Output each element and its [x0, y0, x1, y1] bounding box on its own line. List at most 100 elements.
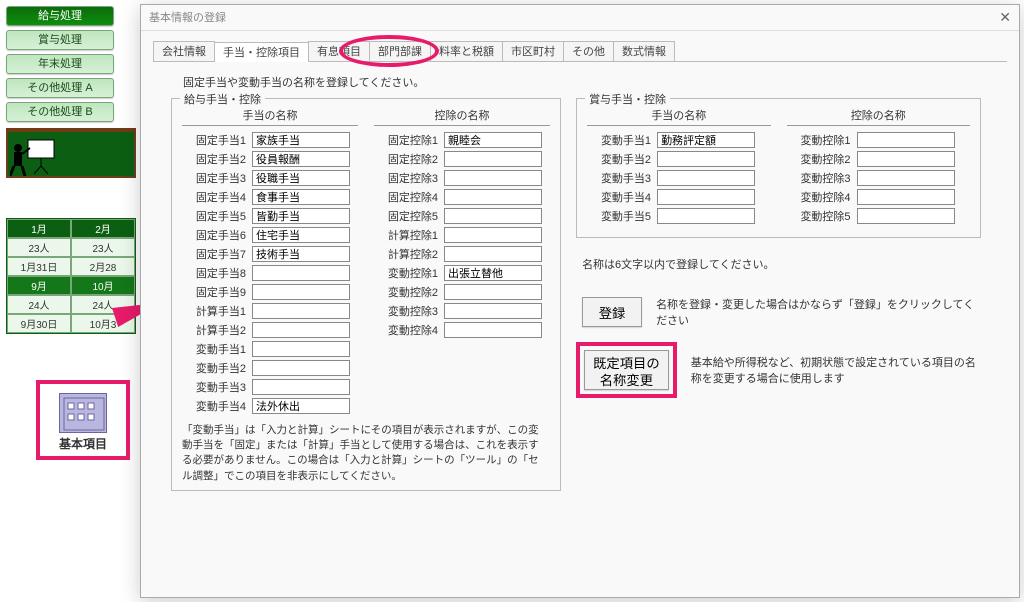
salary-deduction-input[interactable]	[444, 227, 542, 243]
bonus-allowance-label: 変動手当4	[587, 189, 651, 205]
salary-allowance-label: 固定手当9	[182, 284, 246, 300]
tab-2[interactable]: 有息項目	[308, 41, 370, 61]
side-button-4[interactable]: その他処理 B	[6, 102, 114, 122]
bonus-allowance-input[interactable]	[657, 189, 755, 205]
side-button-3[interactable]: その他処理 A	[6, 78, 114, 98]
bonus-deduction-input[interactable]	[857, 189, 955, 205]
salary-deduction-row-4: 固定控除5	[374, 208, 550, 224]
instruction-text: 固定手当や変動手当の名称を登録してください。	[183, 74, 1007, 90]
basic-item-button[interactable]: 基本項目	[36, 380, 130, 460]
bonus-deduction-input[interactable]	[857, 208, 955, 224]
salary-deduction-row-0: 固定控除1	[374, 132, 550, 148]
salary-allowance-input[interactable]	[252, 284, 350, 300]
salary-deduction-label: 変動控除1	[374, 265, 438, 281]
salary-allowance-row-0: 固定手当1	[182, 132, 358, 148]
salary-deduction-label: 固定控除1	[374, 132, 438, 148]
bonus-deduction-input[interactable]	[857, 170, 955, 186]
salary-allowance-input[interactable]	[252, 246, 350, 262]
salary-allowance-label: 変動手当2	[182, 360, 246, 376]
salary-allowance-input[interactable]	[252, 265, 350, 281]
salary-allowance-input[interactable]	[252, 341, 350, 357]
salary-allowance-input[interactable]	[252, 379, 350, 395]
bonus-deduction-input[interactable]	[857, 132, 955, 148]
bonus-allowance-label: 変動手当2	[587, 151, 651, 167]
bonus-allowance-label: 変動手当5	[587, 208, 651, 224]
salary-deduction-input[interactable]	[444, 246, 542, 262]
salary-allowance-label: 計算手当2	[182, 322, 246, 338]
dialog-titlebar: 基本情報の登録 ✕	[141, 5, 1019, 31]
salary-allowance-row-3: 固定手当4	[182, 189, 358, 205]
salary-deduction-input[interactable]	[444, 132, 542, 148]
tab-1[interactable]: 手当・控除項目	[214, 42, 309, 62]
tab-5[interactable]: 市区町村	[502, 41, 564, 61]
side-button-1[interactable]: 賞与処理	[6, 30, 114, 50]
dialog-title: 基本情報の登録	[149, 9, 226, 26]
salary-deduction-input[interactable]	[444, 322, 542, 338]
tab-6[interactable]: その他	[563, 41, 614, 61]
salary-deduction-input[interactable]	[444, 208, 542, 224]
salary-allowance-label: 計算手当1	[182, 303, 246, 319]
salary-allowance-input[interactable]	[252, 170, 350, 186]
salary-deduction-input[interactable]	[444, 170, 542, 186]
salary-allowance-col: 手当の名称 固定手当1固定手当2固定手当3固定手当4固定手当5固定手当6固定手当…	[182, 107, 358, 417]
salary-deduction-label: 固定控除3	[374, 170, 438, 186]
bonus-allowance-header: 手当の名称	[587, 107, 771, 126]
salary-deduction-row-9: 変動控除3	[374, 303, 550, 319]
salary-deduction-label: 変動控除3	[374, 303, 438, 319]
salary-allowance-input[interactable]	[252, 360, 350, 376]
bonus-allowance-input[interactable]	[657, 208, 755, 224]
cal-cell: 1月	[7, 219, 71, 238]
bonus-allowance-input[interactable]	[657, 132, 755, 148]
cal-cell: 2月28	[71, 257, 135, 276]
bonus-allowance-row-4: 変動手当5	[587, 208, 771, 224]
salary-allowance-input[interactable]	[252, 303, 350, 319]
register-button[interactable]: 登録	[582, 297, 642, 327]
salary-allowance-input[interactable]	[252, 322, 350, 338]
salary-allowance-input[interactable]	[252, 398, 350, 414]
bonus-deduction-label: 変動控除5	[787, 208, 851, 224]
salary-deduction-label: 計算控除1	[374, 227, 438, 243]
register-note: 名称を登録・変更した場合はかならず「登録」をクリックしてください	[656, 296, 981, 328]
salary-deduction-row-3: 固定控除4	[374, 189, 550, 205]
bonus-deduction-input[interactable]	[857, 151, 955, 167]
salary-allowance-input[interactable]	[252, 189, 350, 205]
salary-allowance-row-10: 計算手当2	[182, 322, 358, 338]
bonus-allowance-row-2: 変動手当3	[587, 170, 771, 186]
cal-cell: 9月	[7, 276, 71, 295]
salary-deduction-input[interactable]	[444, 189, 542, 205]
salary-deduction-input[interactable]	[444, 303, 542, 319]
salary-deduction-input[interactable]	[444, 265, 542, 281]
salary-allowance-input[interactable]	[252, 208, 350, 224]
salary-allowance-input[interactable]	[252, 227, 350, 243]
salary-group: 給与手当・控除 手当の名称 固定手当1固定手当2固定手当3固定手当4固定手当5固…	[171, 98, 561, 491]
bonus-allowance-input[interactable]	[657, 170, 755, 186]
tab-0[interactable]: 会社情報	[153, 41, 215, 61]
salary-deduction-label: 固定控除5	[374, 208, 438, 224]
cal-cell: 23人	[7, 238, 71, 257]
bonus-legend: 賞与手当・控除	[585, 91, 670, 107]
salary-allowance-row-12: 変動手当2	[182, 360, 358, 376]
side-button-2[interactable]: 年末処理	[6, 54, 114, 74]
close-icon[interactable]: ✕	[999, 9, 1011, 26]
dialog-body: 固定手当や変動手当の名称を登録してください。 給与手当・控除 手当の名称 固定手…	[153, 61, 1007, 591]
side-button-0[interactable]: 給与処理	[6, 6, 114, 26]
salary-deduction-input[interactable]	[444, 151, 542, 167]
tab-3[interactable]: 部門部課	[369, 41, 431, 61]
bonus-allowance-input[interactable]	[657, 151, 755, 167]
bonus-deduction-label: 変動控除4	[787, 189, 851, 205]
salary-allowance-input[interactable]	[252, 151, 350, 167]
change-defaults-annotation: 既定項目の 名称変更	[576, 342, 677, 398]
tab-4[interactable]: 料率と税額	[430, 41, 503, 61]
change-defaults-note: 基本給や所得税など、初期状態で設定されている項目の名称を変更する場合に使用します	[691, 354, 981, 386]
cal-cell: 2月	[71, 219, 135, 238]
salary-deduction-input[interactable]	[444, 284, 542, 300]
name-length-note: 名称は6文字以内で登録してください。	[582, 256, 981, 272]
bonus-deduction-label: 変動控除2	[787, 151, 851, 167]
tab-7[interactable]: 数式情報	[613, 41, 675, 61]
salary-allowance-input[interactable]	[252, 132, 350, 148]
change-defaults-button[interactable]: 既定項目の 名称変更	[584, 350, 669, 390]
bonus-deduction-row-0: 変動控除1	[787, 132, 971, 148]
salary-deduction-label: 変動控除2	[374, 284, 438, 300]
salary-note: 「変動手当」は「入力と計算」シートにその項目が表示されますが、この変動手当を「固…	[182, 423, 550, 484]
salary-deduction-label: 固定控除4	[374, 189, 438, 205]
